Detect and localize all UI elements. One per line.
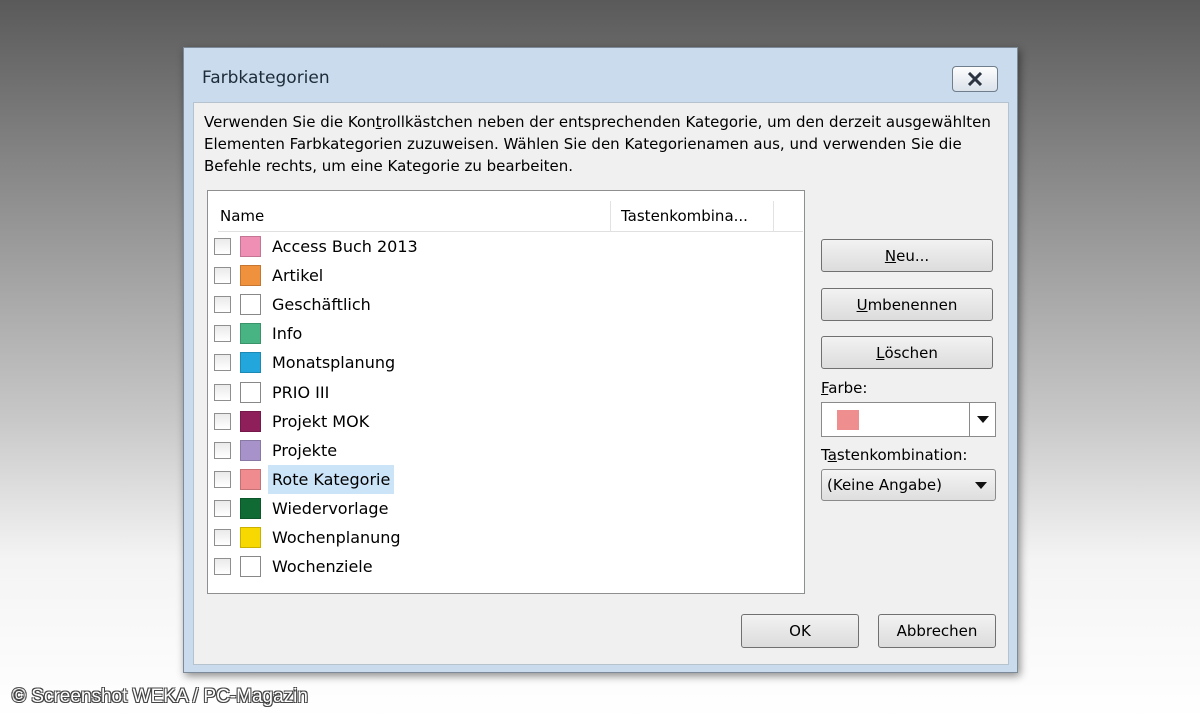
- category-name[interactable]: Rote Kategorie: [268, 464, 395, 494]
- category-checkbox[interactable]: [214, 354, 231, 372]
- delete-button[interactable]: Löschen: [821, 336, 993, 369]
- new-button[interactable]: Neu...: [821, 239, 993, 272]
- category-checkbox[interactable]: [214, 325, 231, 343]
- category-checkbox[interactable]: [214, 238, 231, 255]
- list-item[interactable]: Monatsplanung: [214, 348, 794, 377]
- list-item[interactable]: Projekt MOK: [214, 407, 794, 436]
- category-color-swatch: [240, 236, 261, 257]
- category-name[interactable]: Access Buch 2013: [268, 232, 422, 261]
- category-color-swatch: [240, 294, 261, 316]
- category-name[interactable]: Wochenplanung: [268, 523, 405, 552]
- category-checkbox[interactable]: [214, 383, 231, 401]
- color-dropdown[interactable]: [821, 402, 996, 437]
- category-color-swatch: [240, 381, 261, 403]
- category-checkbox[interactable]: [214, 529, 231, 546]
- copyright-watermark: © Screenshot WEKA / PC-Magazin: [12, 686, 308, 707]
- category-checkbox[interactable]: [214, 267, 231, 285]
- cancel-button[interactable]: Abbrechen: [878, 614, 996, 648]
- category-checkbox[interactable]: [214, 441, 231, 459]
- category-color-swatch: [240, 352, 261, 374]
- category-name[interactable]: Projekt MOK: [268, 407, 373, 436]
- shortcut-dropdown-value: (Keine Angabe): [827, 476, 942, 494]
- color-categories-dialog: Farbkategorien Verwenden Sie die Kontrol…: [183, 47, 1018, 673]
- category-color-swatch: [240, 439, 261, 461]
- category-color-swatch: [240, 265, 261, 287]
- list-item[interactable]: Geschäftlich: [214, 290, 794, 319]
- category-color-swatch: [240, 323, 261, 345]
- category-checkbox[interactable]: [214, 412, 231, 430]
- list-item[interactable]: Rote Kategorie: [214, 464, 794, 494]
- column-header-shortcut[interactable]: Tastenkombina...: [611, 201, 774, 231]
- shortcut-dropdown[interactable]: (Keine Angabe): [821, 469, 996, 501]
- instruction-text: Verwenden Sie die Kontrollkästchen neben…: [204, 113, 991, 175]
- column-header-name[interactable]: Name: [218, 201, 611, 231]
- list-item[interactable]: Projekte: [214, 436, 794, 465]
- dialog-content: Verwenden Sie die Kontrollkästchen neben…: [193, 102, 1009, 665]
- category-color-swatch: [240, 556, 261, 578]
- list-header: Name Tastenkombina...: [218, 201, 803, 232]
- category-name[interactable]: Projekte: [268, 436, 341, 465]
- category-color-swatch: [240, 527, 261, 548]
- category-checkbox[interactable]: [214, 296, 231, 314]
- chevron-down-icon: [976, 416, 989, 423]
- category-name[interactable]: Wochenziele: [268, 552, 377, 581]
- category-name[interactable]: Wiedervorlage: [268, 494, 392, 523]
- title-bar: Farbkategorien: [184, 48, 1017, 106]
- list-item[interactable]: Artikel: [214, 261, 794, 290]
- category-name[interactable]: PRIO III: [268, 378, 333, 407]
- list-item[interactable]: Access Buch 2013: [214, 232, 794, 261]
- category-color-swatch: [240, 497, 261, 519]
- category-name[interactable]: Artikel: [268, 261, 327, 290]
- ok-button[interactable]: OK: [741, 614, 859, 648]
- color-dropdown-toggle[interactable]: [969, 403, 995, 436]
- list-item[interactable]: Wochenplanung: [214, 523, 794, 552]
- list-item[interactable]: PRIO III: [214, 378, 794, 407]
- close-button[interactable]: [952, 66, 998, 92]
- shortcut-label: Tastenkombination:: [821, 446, 968, 464]
- category-name[interactable]: Monatsplanung: [268, 348, 399, 377]
- category-name[interactable]: Geschäftlich: [268, 290, 375, 319]
- list-item[interactable]: Info: [214, 319, 794, 348]
- dialog-title: Farbkategorien: [202, 68, 330, 88]
- color-label: Farbe:: [821, 379, 868, 397]
- chevron-down-icon: [975, 482, 987, 489]
- list-item[interactable]: Wochenziele: [214, 552, 794, 581]
- list-item[interactable]: Wiedervorlage: [214, 494, 794, 523]
- category-name[interactable]: Info: [268, 319, 306, 348]
- category-color-swatch: [240, 410, 261, 432]
- selected-color-swatch: [837, 410, 859, 430]
- category-checkbox[interactable]: [214, 499, 231, 517]
- category-checkbox[interactable]: [214, 558, 231, 576]
- rename-button[interactable]: Umbenennen: [821, 288, 993, 321]
- category-color-swatch: [240, 468, 261, 490]
- category-checkbox[interactable]: [214, 470, 231, 488]
- close-icon: [967, 72, 983, 86]
- category-list[interactable]: Name Tastenkombina... Access Buch 2013 Ar…: [207, 190, 805, 594]
